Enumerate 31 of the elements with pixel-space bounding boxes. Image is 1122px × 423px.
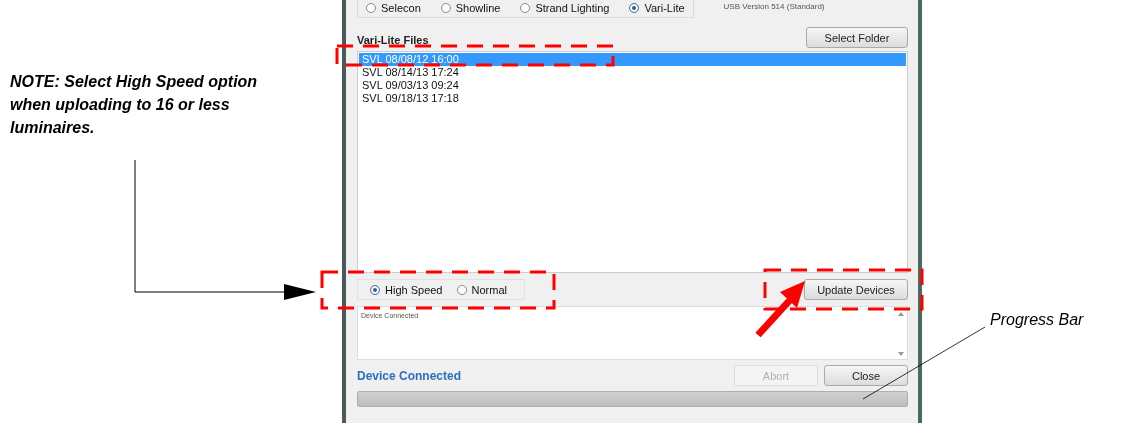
speed-radio[interactable]: Normal — [456, 283, 507, 296]
radio-icon[interactable] — [629, 2, 640, 13]
file-item[interactable]: SVL 08/14/13 17:24 — [359, 66, 906, 79]
note-text: NOTE: Select High Speed option when uploading to 16 or less luminaires. — [10, 72, 259, 138]
radio-label: Normal — [471, 283, 507, 296]
scrollbar[interactable] — [898, 311, 904, 357]
console-radio[interactable]: Showline — [440, 1, 501, 14]
callout-arrow — [755, 281, 805, 338]
radio-icon[interactable] — [456, 284, 467, 295]
radio-icon[interactable] — [520, 2, 531, 13]
select-folder-button[interactable]: Select Folder — [806, 27, 908, 48]
console-radio[interactable]: Vari-Lite — [629, 1, 685, 14]
files-label: Vari-Lite Files — [357, 34, 429, 46]
radio-icon[interactable] — [366, 2, 376, 13]
callout-label: Progress Bar — [990, 311, 1084, 329]
file-item[interactable]: SVL 09/03/13 09:24 — [359, 79, 906, 92]
status-text: Device Connected — [357, 368, 462, 383]
file-item[interactable]: SVL 09/18/13 17:18 — [359, 92, 906, 105]
speed-radio[interactable]: High Speed — [370, 283, 443, 296]
close-button[interactable]: Close — [824, 365, 908, 386]
update-devices-button[interactable]: Update Devices — [804, 279, 908, 300]
radio-icon[interactable] — [440, 2, 451, 13]
radio-label: Vari-Lite — [644, 1, 685, 14]
radio-icon[interactable] — [370, 284, 380, 295]
version-text: USB Version 514 (Standard) — [723, 2, 825, 11]
radio-label: Strand Lighting — [535, 1, 610, 14]
radio-label: High Speed — [385, 283, 443, 296]
radio-label: Showline — [455, 1, 501, 14]
console-radio[interactable]: Strand Lighting — [520, 1, 610, 14]
console-radio[interactable]: Selecon — [366, 1, 421, 14]
radio-label: Selecon — [381, 1, 421, 14]
